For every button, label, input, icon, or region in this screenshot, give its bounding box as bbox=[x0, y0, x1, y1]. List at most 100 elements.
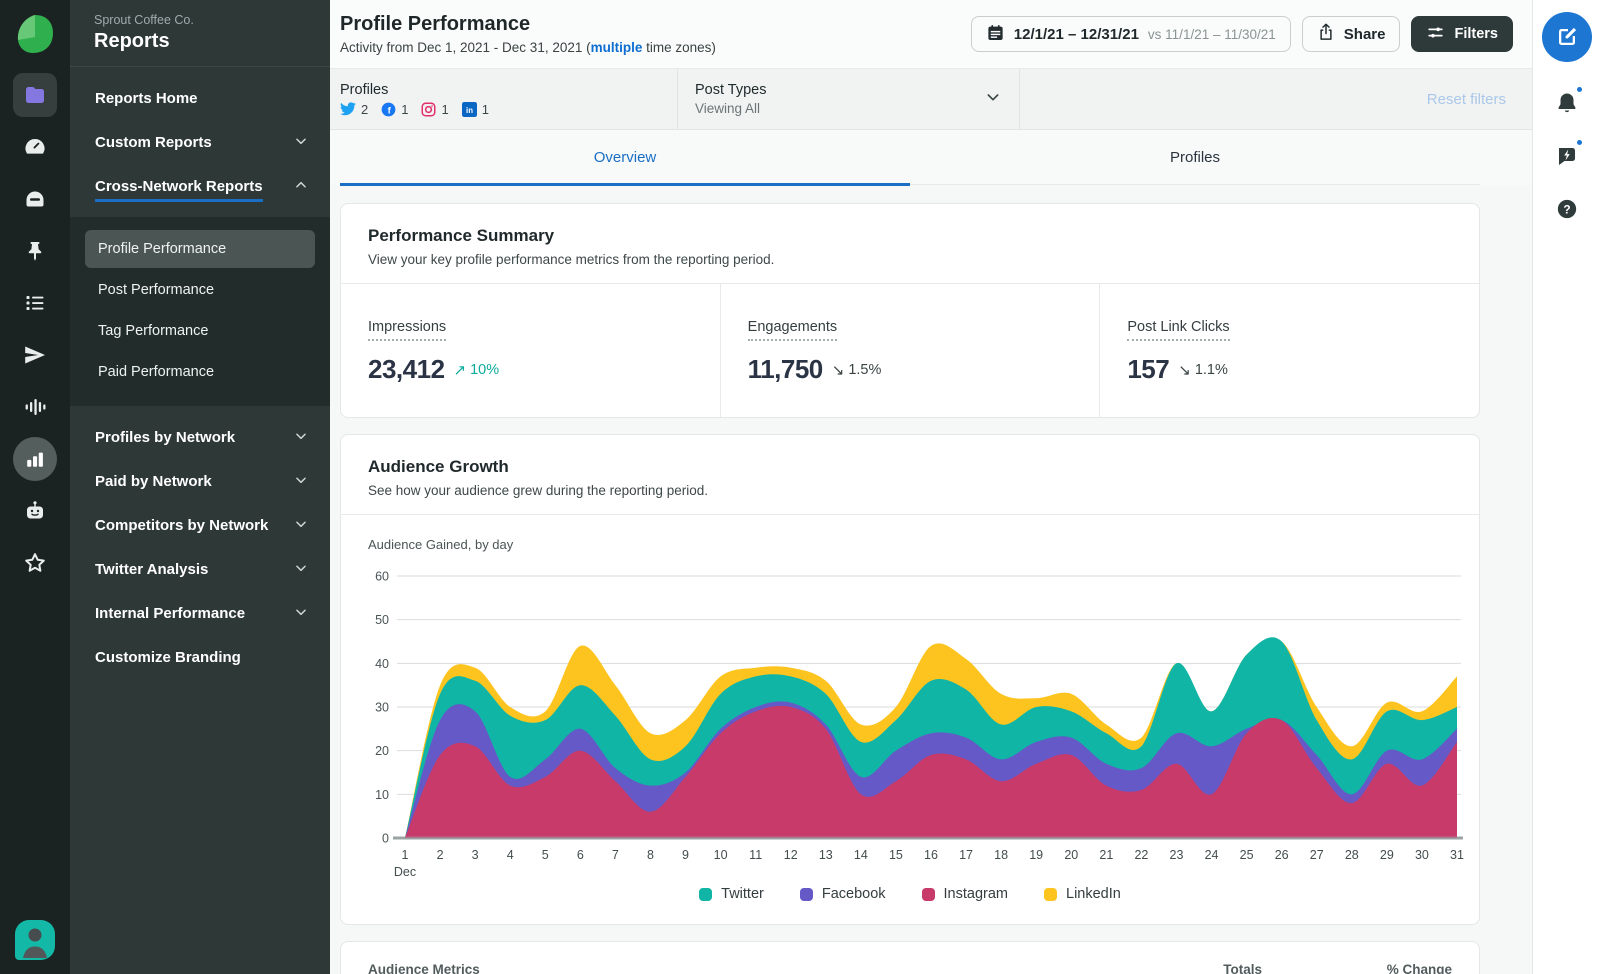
sprout-reports-app: Sprout Coffee Co. Reports Reports Home C… bbox=[0, 0, 1600, 974]
sprout-leaf-logo[interactable] bbox=[13, 11, 57, 57]
profile-count-linkedin: in 1 bbox=[461, 101, 489, 117]
svg-text:10: 10 bbox=[714, 848, 728, 862]
app-rail bbox=[0, 0, 70, 974]
pin-icon[interactable] bbox=[13, 229, 57, 273]
profile-count-facebook: f 1 bbox=[381, 102, 408, 117]
notifications-bell-icon[interactable] bbox=[1546, 82, 1588, 124]
page-title: Profile Performance bbox=[340, 13, 531, 35]
sidebar-item-cross-network-reports[interactable]: Cross-Network Reports bbox=[70, 165, 330, 209]
filters-button[interactable]: Filters bbox=[1411, 16, 1513, 52]
sidebar-item-profile-performance[interactable]: Profile Performance bbox=[85, 230, 315, 268]
svg-text:20: 20 bbox=[375, 744, 389, 758]
sidebar-item-paid-performance[interactable]: Paid Performance bbox=[85, 353, 315, 391]
metric-value: 23,412 bbox=[368, 354, 445, 384]
sidebar-item-internal-performance[interactable]: Internal Performance bbox=[70, 592, 330, 636]
audience-metrics-card: Audience Metrics Totals % Change bbox=[340, 941, 1480, 974]
date-range-button[interactable]: 12/1/21 – 12/31/21 vs 11/1/21 – 11/30/21 bbox=[970, 16, 1291, 52]
star-icon[interactable] bbox=[13, 541, 57, 585]
sidebar-item-customize-branding[interactable]: Customize Branding bbox=[70, 636, 330, 680]
svg-text:60: 60 bbox=[375, 570, 389, 584]
compose-button[interactable] bbox=[1541, 12, 1592, 62]
help-icon[interactable]: ? bbox=[1546, 188, 1588, 230]
svg-text:21: 21 bbox=[1099, 848, 1113, 862]
svg-text:40: 40 bbox=[375, 657, 389, 671]
filter-bar: Profiles 2 f 1 1 in 1 Post Types Viewing… bbox=[330, 68, 1532, 130]
legend-facebook[interactable]: Facebook bbox=[799, 886, 886, 902]
cross-network-section: Profile Performance Post Performance Tag P… bbox=[70, 217, 330, 406]
tab-overview[interactable]: Overview bbox=[340, 130, 910, 186]
audience-growth-title: Audience Growth bbox=[368, 457, 509, 476]
metric-label[interactable]: Post Link Clicks bbox=[1127, 319, 1230, 341]
chevron-down-icon bbox=[294, 429, 308, 447]
svg-text:1: 1 bbox=[402, 848, 409, 862]
reset-filters-link[interactable]: Reset filters bbox=[1427, 91, 1532, 108]
post-types-filter-value: Viewing All bbox=[695, 101, 761, 116]
trend-down-icon: ↘ bbox=[1178, 361, 1191, 379]
chevron-down-icon bbox=[294, 134, 308, 152]
svg-text:12: 12 bbox=[784, 848, 798, 862]
legend-linkedin[interactable]: LinkedIn bbox=[1044, 886, 1121, 902]
sidebar-item-paid-by-network[interactable]: Paid by Network bbox=[70, 460, 330, 504]
account-name: Sprout Coffee Co. bbox=[94, 13, 194, 27]
reports-sidebar: Sprout Coffee Co. Reports Reports Home C… bbox=[70, 0, 330, 974]
performance-summary-title: Performance Summary bbox=[368, 226, 555, 245]
tab-profiles[interactable]: Profiles bbox=[910, 130, 1480, 184]
metric-label[interactable]: Engagements bbox=[747, 319, 838, 341]
share-button[interactable]: Share bbox=[1301, 16, 1401, 52]
post-types-filter[interactable]: Post Types Viewing All bbox=[678, 69, 1020, 129]
svg-text:22: 22 bbox=[1134, 848, 1148, 862]
reporting-period: Activity from Dec 1, 2021 - Dec 31, 2021… bbox=[340, 40, 716, 55]
folder-icon[interactable] bbox=[13, 73, 57, 117]
sidebar-item-competitors-by-network[interactable]: Competitors by Network bbox=[70, 504, 330, 548]
profiles-filter[interactable]: Profiles 2 f 1 1 in 1 bbox=[330, 69, 678, 129]
svg-text:11: 11 bbox=[749, 848, 762, 862]
legend-twitter[interactable]: Twitter bbox=[699, 886, 764, 902]
waveform-icon[interactable] bbox=[13, 385, 57, 429]
table-column-change: % Change bbox=[1386, 962, 1452, 974]
legend-instagram[interactable]: Instagram bbox=[921, 886, 1008, 902]
legend-swatch bbox=[921, 887, 935, 901]
messages-lightning-icon[interactable] bbox=[1546, 135, 1588, 177]
svg-text:30: 30 bbox=[1415, 848, 1429, 862]
svg-text:31: 31 bbox=[1450, 848, 1464, 862]
svg-text:?: ? bbox=[1563, 202, 1570, 216]
performance-summary-subtitle: View your key profile performance metric… bbox=[368, 252, 775, 267]
sidebar-title: Reports bbox=[94, 30, 170, 52]
filters-label: Filters bbox=[1454, 26, 1498, 42]
profile-count-twitter: 2 bbox=[340, 102, 368, 117]
audience-growth-card: Audience Growth See how your audience gr… bbox=[340, 434, 1480, 925]
trend-down-icon: ↘ bbox=[831, 361, 845, 379]
sidebar-item-reports-home[interactable]: Reports Home bbox=[70, 77, 330, 121]
multiple-timezones-link[interactable]: multiple bbox=[591, 40, 643, 55]
page-header: Profile Performance Activity from Dec 1,… bbox=[330, 0, 1532, 68]
robot-icon[interactable] bbox=[13, 489, 57, 533]
user-avatar[interactable] bbox=[15, 920, 55, 960]
twitter-icon bbox=[340, 102, 356, 116]
date-range-value: 12/1/21 – 12/31/21 bbox=[1013, 25, 1139, 43]
metric-label[interactable]: Impressions bbox=[368, 319, 447, 341]
utility-rail: ? bbox=[1532, 0, 1600, 974]
performance-summary-card: Performance Summary View your key profil… bbox=[340, 203, 1480, 418]
share-label: Share bbox=[1343, 25, 1386, 43]
sidebar-item-profiles-by-network[interactable]: Profiles by Network bbox=[70, 416, 330, 460]
metric-post-link-clicks: Post Link Clicks 157 ↘ 1.1% bbox=[1099, 284, 1479, 417]
svg-text:5: 5 bbox=[542, 848, 549, 862]
paper-plane-icon[interactable] bbox=[13, 333, 57, 377]
svg-text:50: 50 bbox=[375, 613, 389, 627]
svg-text:23: 23 bbox=[1170, 848, 1184, 862]
list-icon[interactable] bbox=[13, 281, 57, 325]
chevron-down-icon bbox=[643, 89, 659, 110]
bar-chart-icon[interactable] bbox=[13, 437, 57, 481]
sidebar-item-custom-reports[interactable]: Custom Reports bbox=[70, 121, 330, 165]
svg-text:13: 13 bbox=[819, 848, 833, 862]
sidebar-item-post-performance[interactable]: Post Performance bbox=[85, 271, 315, 309]
inbox-icon[interactable] bbox=[13, 177, 57, 221]
filters-sliders-icon bbox=[1426, 23, 1445, 46]
gauge-icon[interactable] bbox=[13, 125, 57, 169]
linkedin-icon: in bbox=[461, 101, 477, 117]
table-column-totals: Totals bbox=[1223, 962, 1262, 974]
metric-value: 11,750 bbox=[747, 354, 824, 384]
sidebar-item-twitter-analysis[interactable]: Twitter Analysis bbox=[70, 548, 330, 592]
sidebar-item-tag-performance[interactable]: Tag Performance bbox=[85, 312, 315, 350]
metric-delta: ↗ 10% bbox=[453, 361, 500, 379]
